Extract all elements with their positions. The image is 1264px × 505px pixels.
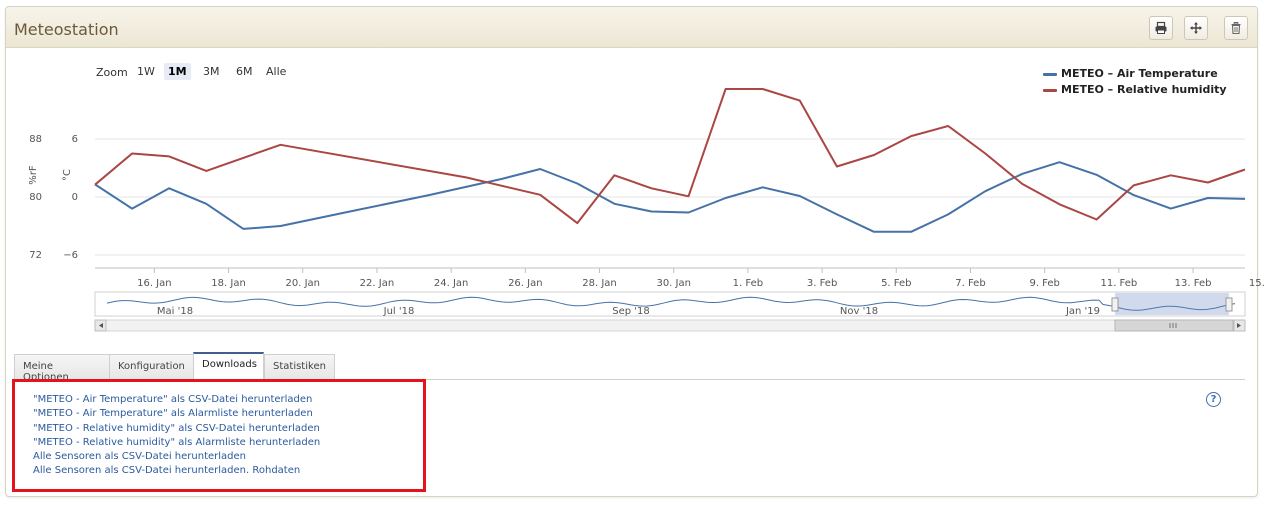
- meteo-chart: 88 80 72 6 0 −6 %rF °C 16. Jan 18. Jan 20. Jan 22. …: [28, 88, 1264, 332]
- zoom-6m-button[interactable]: 6M: [232, 63, 257, 80]
- navigator-selection: [1115, 293, 1229, 315]
- x-tick-label: 15. Feb: [1249, 278, 1264, 289]
- x-tick-label: 22. Jan: [360, 278, 395, 289]
- y-left-tick-label: 88: [29, 134, 42, 145]
- x-tick-label: 18. Jan: [211, 278, 246, 289]
- y-right-tick-label: 0: [72, 192, 78, 203]
- x-tick-label: 7. Feb: [955, 278, 985, 289]
- series-relative-humidity: [94, 88, 1246, 225]
- legend-label: METEO – Air Temperature: [1061, 67, 1218, 80]
- help-icon[interactable]: ?: [1206, 392, 1221, 407]
- chart-legend: METEO – Air Temperature METEO – Relative…: [1043, 67, 1227, 99]
- x-tick-label: 28. Jan: [582, 278, 617, 289]
- tab-downloads[interactable]: Downloads: [193, 352, 264, 379]
- navigator-label: Jul '18: [383, 306, 415, 317]
- x-tick-label: 3. Feb: [807, 278, 837, 289]
- zoom-label: Zoom: [96, 66, 128, 79]
- x-tick-label: 1. Feb: [733, 278, 763, 289]
- x-tick-label: 11. Feb: [1100, 278, 1137, 289]
- x-tick-label: 9. Feb: [1029, 278, 1059, 289]
- scrollbar-track: [94, 319, 1246, 332]
- navigator-label: Nov '18: [840, 306, 878, 317]
- x-tick-label: 16. Jan: [137, 278, 172, 289]
- legend-swatch: [1043, 89, 1057, 92]
- x-tick-label: 24. Jan: [434, 278, 469, 289]
- chart-series: [94, 88, 1246, 233]
- tab-meine-optionen[interactable]: Meine Optionen: [14, 354, 110, 383]
- zoom-all-button[interactable]: Alle: [262, 63, 290, 80]
- legend-swatch: [1043, 73, 1057, 76]
- range-navigator[interactable]: Mai '18 Jul '18 Sep '18 Nov '18 Jan '19: [94, 291, 1246, 332]
- navigator-label: Mai '18: [157, 306, 193, 317]
- y-right-tick-label: 6: [72, 134, 78, 145]
- y-left-tick-label: 80: [29, 192, 42, 203]
- x-tick-label: 5. Feb: [881, 278, 911, 289]
- highlight-annotation-box: [12, 379, 426, 492]
- zoom-3m-button[interactable]: 3M: [199, 63, 224, 80]
- navigator-handle: [1111, 297, 1119, 312]
- legend-item-relative-humidity[interactable]: METEO – Relative humidity: [1043, 83, 1227, 99]
- navigator-handle: [1225, 297, 1233, 312]
- legend-item-air-temperature[interactable]: METEO – Air Temperature: [1043, 67, 1227, 83]
- tab-konfiguration[interactable]: Konfiguration: [109, 354, 194, 379]
- y-left-tick-label: 72: [29, 250, 42, 261]
- navigator-label: Jan '19: [1065, 306, 1100, 317]
- y-right-unit-label: °C: [62, 169, 73, 181]
- tab-statistiken[interactable]: Statistiken: [264, 354, 335, 379]
- x-tick-label: 30. Jan: [656, 278, 691, 289]
- scrollbar-thumb: [1114, 319, 1234, 332]
- x-tick-label: 13. Feb: [1175, 278, 1212, 289]
- legend-label: METEO – Relative humidity: [1061, 83, 1227, 96]
- chart-grid: [95, 138, 1245, 269]
- y-right-tick-label: −6: [63, 250, 78, 261]
- x-tick-label: 20. Jan: [285, 278, 320, 289]
- zoom-1w-button[interactable]: 1W: [133, 63, 159, 80]
- x-tick-label: 26. Jan: [508, 278, 543, 289]
- y-left-unit-label: %rF: [28, 165, 39, 185]
- zoom-1m-button[interactable]: 1M: [164, 63, 191, 80]
- navigator-label: Sep '18: [612, 306, 650, 317]
